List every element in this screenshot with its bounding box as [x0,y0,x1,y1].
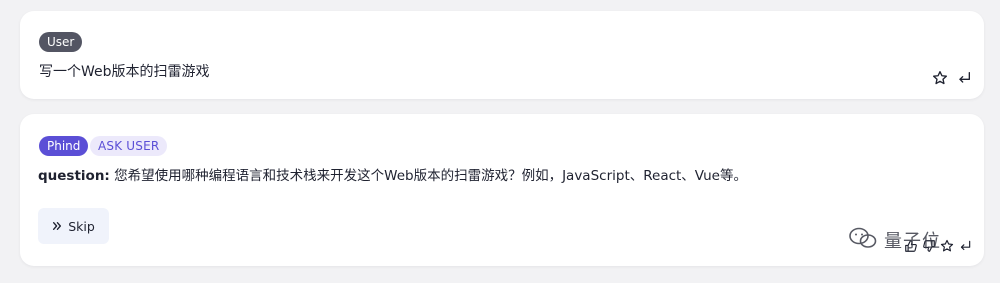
assistant-message-card: Phind ASK USER question: 您希望使用哪种编程语言和技术栈… [20,114,984,266]
phind-role-badge: Phind [39,136,89,156]
user-message-actions [931,69,973,87]
question-line: question: 您希望使用哪种编程语言和技术栈来开发这个Web版本的扫雷游戏… [38,164,747,184]
double-chevron-right-icon [52,219,62,234]
skip-button[interactable]: Skip [38,208,109,244]
user-role-badge: User [39,32,83,52]
star-icon[interactable] [931,69,949,87]
user-message-text: 写一个Web版本的扫雷游戏 [39,64,210,80]
ask-user-badge: ASK USER [90,136,168,156]
question-label: question: [38,168,110,184]
wechat-icon [848,226,878,254]
watermark-text: 量子位 [884,231,941,252]
reply-arrow-icon[interactable] [955,69,973,87]
reply-arrow-icon[interactable] [957,238,972,253]
question-text: 您希望使用哪种编程语言和技术栈来开发这个Web版本的扫雷游戏？例如，JavaSc… [109,168,747,184]
user-message-card: User 写一个Web版本的扫雷游戏 [20,11,984,99]
star-icon[interactable] [939,238,954,253]
watermark: 量子位 [848,226,941,254]
skip-button-label: Skip [68,218,95,234]
